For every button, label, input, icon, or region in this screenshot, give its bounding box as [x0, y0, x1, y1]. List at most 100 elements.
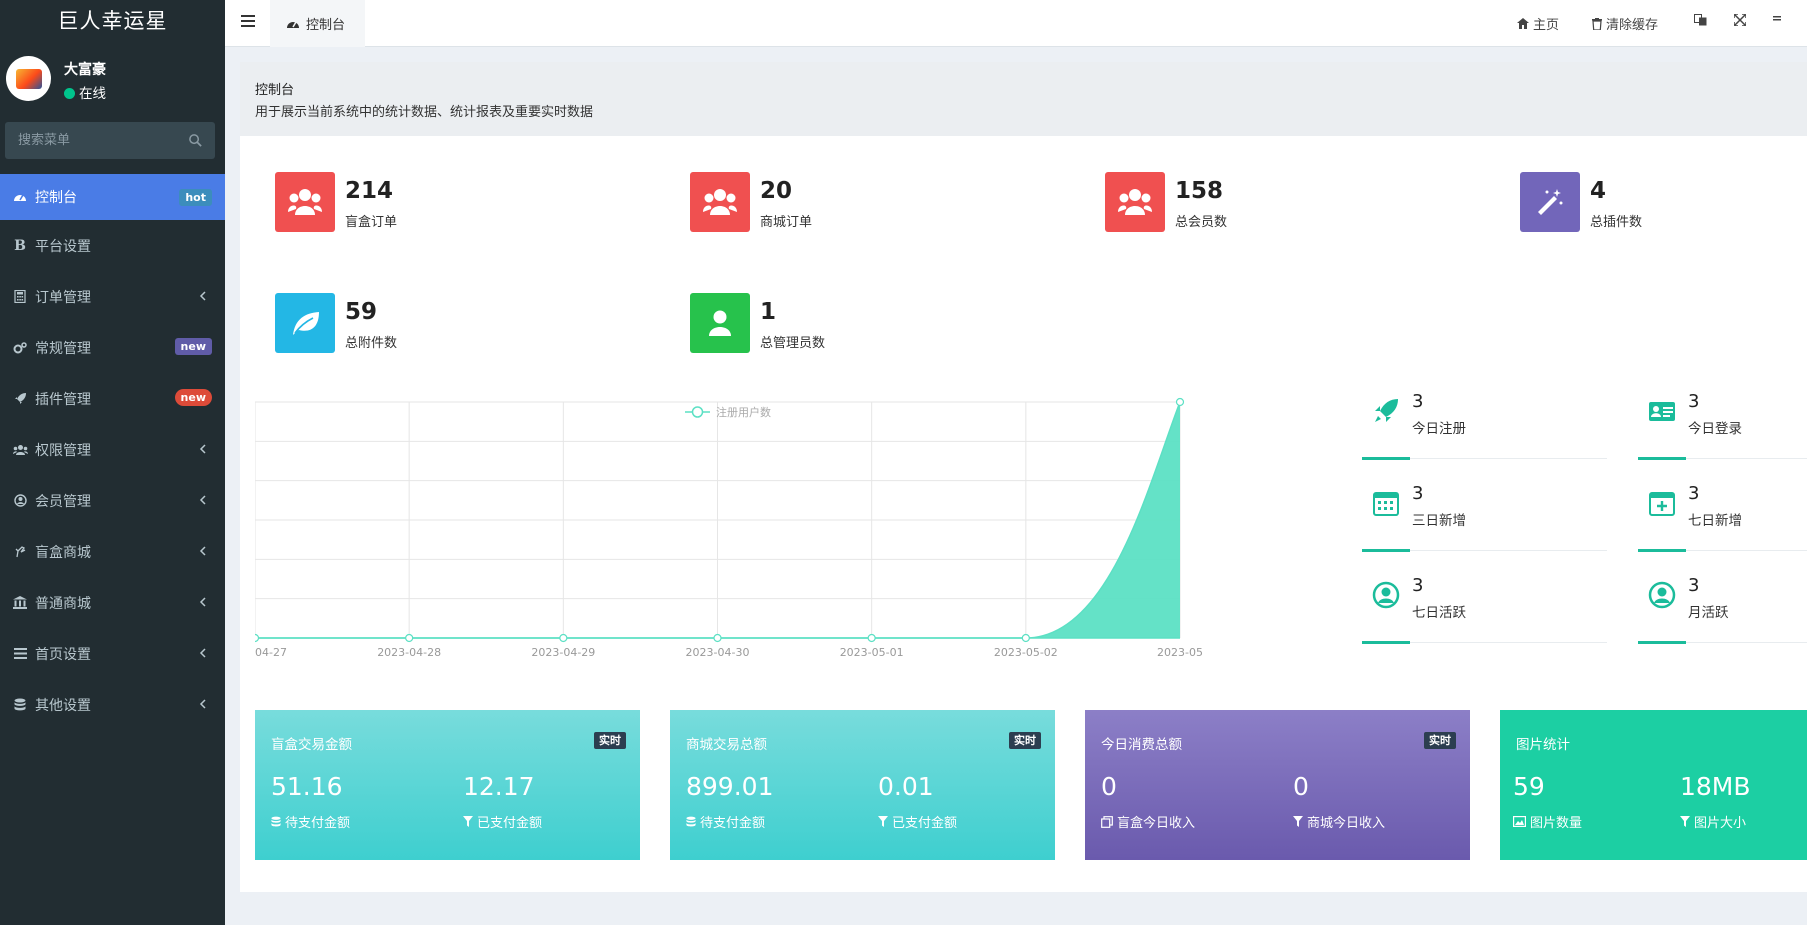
card-label-1: 待支付金额	[686, 812, 765, 831]
data-point	[713, 633, 722, 643]
card-title: 今日消费总额	[1101, 737, 1182, 753]
list-icon	[12, 647, 28, 661]
card-value-1: 0	[1101, 772, 1117, 801]
x-tick-label: 04-27	[255, 646, 287, 659]
x-tick-label: 2023-04-29	[531, 646, 595, 659]
stat-underline	[1362, 457, 1410, 460]
infobox-mall-orders: 20 商城订单	[690, 172, 812, 232]
leaf-icon	[275, 293, 335, 353]
new-badge: new	[174, 389, 212, 406]
brand-logo-text[interactable]: 巨人幸运星	[0, 0, 225, 43]
image-icon	[1513, 816, 1526, 827]
online-dot-icon	[64, 88, 75, 99]
id-card-icon	[1649, 402, 1675, 421]
infobox-value: 59	[345, 299, 378, 325]
card-label-1: 图片数量	[1513, 812, 1582, 831]
home-link[interactable]: 主页	[1517, 14, 1559, 33]
search-icon[interactable]	[188, 133, 203, 148]
trash-icon	[1592, 17, 1602, 30]
stat-underline	[1638, 641, 1686, 644]
sidebar-item-other-settings[interactable]: 其他设置	[0, 679, 225, 730]
stat-underline	[1362, 549, 1410, 552]
card-title: 商城交易总额	[686, 737, 767, 753]
infobox-total-members: 158 总会员数	[1105, 172, 1227, 232]
card-title: 图片统计	[1516, 737, 1570, 753]
card-value-2: 0	[1293, 772, 1309, 801]
fullscreen-icon	[1734, 14, 1746, 26]
sidebar-item-permissions[interactable]: 权限管理	[0, 424, 225, 475]
user-circle-icon	[12, 494, 28, 508]
stat-label: 七日新增	[1688, 513, 1742, 529]
menu-search	[5, 122, 215, 159]
stat-label: 今日登录	[1688, 421, 1742, 437]
avatar	[6, 56, 51, 101]
card-today-consumption: 今日消费总额 实时 0 0 盲盒今日收入 商城今日收入	[1085, 710, 1470, 860]
sidebar-item-plugins[interactable]: 插件管理 new	[0, 373, 225, 424]
bold-b-icon: B	[14, 237, 26, 254]
dashboard-icon	[12, 190, 28, 204]
database-icon	[686, 816, 696, 826]
clear-cache-button[interactable]: 清除缓存	[1592, 14, 1658, 33]
fullscreen-button[interactable]	[1734, 14, 1750, 26]
calendar-icon	[1373, 492, 1399, 516]
search-input[interactable]	[5, 122, 175, 159]
card-label-2: 商城今日收入	[1293, 812, 1385, 831]
card-value-2: 0.01	[878, 772, 934, 801]
language-toggle[interactable]	[1694, 14, 1711, 26]
card-image-stats: 图片统计 59 18MB 图片数量 图片大小	[1500, 710, 1807, 860]
x-tick-label: 2023-05-01	[840, 646, 904, 659]
data-point	[1175, 397, 1185, 407]
x-tick-label: 2023-04-30	[686, 646, 750, 659]
stat-label: 月活跃	[1688, 605, 1729, 621]
page-description: 用于展示当前系统中的统计数据、统计报表及重要实时数据	[255, 105, 594, 120]
data-point	[559, 633, 568, 643]
hand-icon	[12, 545, 28, 559]
sidebar-item-home-settings[interactable]: 首页设置	[0, 628, 225, 679]
stat-value: 3	[1412, 391, 1424, 412]
card-blindbox-transactions: 盲盒交易金额 实时 51.16 12.17 待支付金额 已支付金额	[255, 710, 640, 860]
group-icon	[12, 443, 28, 457]
database-icon	[271, 816, 281, 826]
bank-icon	[12, 596, 28, 610]
card-title: 盲盒交易金额	[271, 737, 352, 753]
settings-toggle[interactable]	[1773, 14, 1787, 22]
sidebar-item-orders[interactable]: 订单管理	[0, 271, 225, 322]
calculator-icon	[12, 290, 28, 304]
database-icon	[12, 698, 28, 712]
sidebar-item-normal-mall[interactable]: 普通商城	[0, 577, 225, 628]
topbar: 控制台 主页 清除缓存	[225, 0, 1807, 47]
stat-underline	[1362, 641, 1410, 644]
sidebar-item-dashboard[interactable]: 控制台 hot	[0, 174, 225, 220]
infobox-blindbox-orders: 214 盲盒订单	[275, 172, 397, 232]
chevron-left-icon	[199, 699, 206, 709]
page-title: 控制台	[255, 83, 295, 98]
stat-label: 今日注册	[1412, 421, 1466, 437]
infobox-value: 4	[1590, 178, 1607, 204]
infobox-value: 158	[1175, 178, 1224, 204]
x-tick-label: 2023-05-02	[994, 646, 1058, 659]
magic-wand-icon	[1520, 172, 1580, 232]
infobox-value: 20	[760, 178, 793, 204]
users-icon	[1105, 172, 1165, 232]
sidebar-item-members[interactable]: 会员管理	[0, 475, 225, 526]
card-value-2: 12.17	[463, 772, 535, 801]
stat-value: 3	[1688, 483, 1700, 504]
data-point	[405, 633, 414, 643]
translate-icon	[1694, 14, 1707, 26]
infobox-total-plugins: 4 总插件数	[1520, 172, 1642, 232]
sidebar-item-blindbox-mall[interactable]: 盲盒商城	[0, 526, 225, 577]
stat-today-register: 3 今日注册	[1362, 387, 1607, 460]
card-label-1: 盲盒今日收入	[1101, 812, 1195, 831]
chevron-left-icon	[199, 291, 206, 301]
sidebar-item-general[interactable]: 常规管理 new	[0, 322, 225, 373]
users-icon	[690, 172, 750, 232]
stat-underline	[1638, 457, 1686, 460]
legend-marker	[691, 406, 704, 418]
hamburger-menu-icon[interactable]	[241, 14, 257, 28]
sidebar-item-platform-settings[interactable]: B 平台设置	[0, 220, 225, 271]
tab-dashboard[interactable]: 控制台	[270, 0, 365, 47]
infobox-label: 商城订单	[760, 215, 813, 230]
infobox-value: 1	[760, 299, 777, 325]
rocket-icon	[1375, 399, 1398, 422]
infobox-total-admins: 1 总管理员数	[690, 293, 825, 353]
